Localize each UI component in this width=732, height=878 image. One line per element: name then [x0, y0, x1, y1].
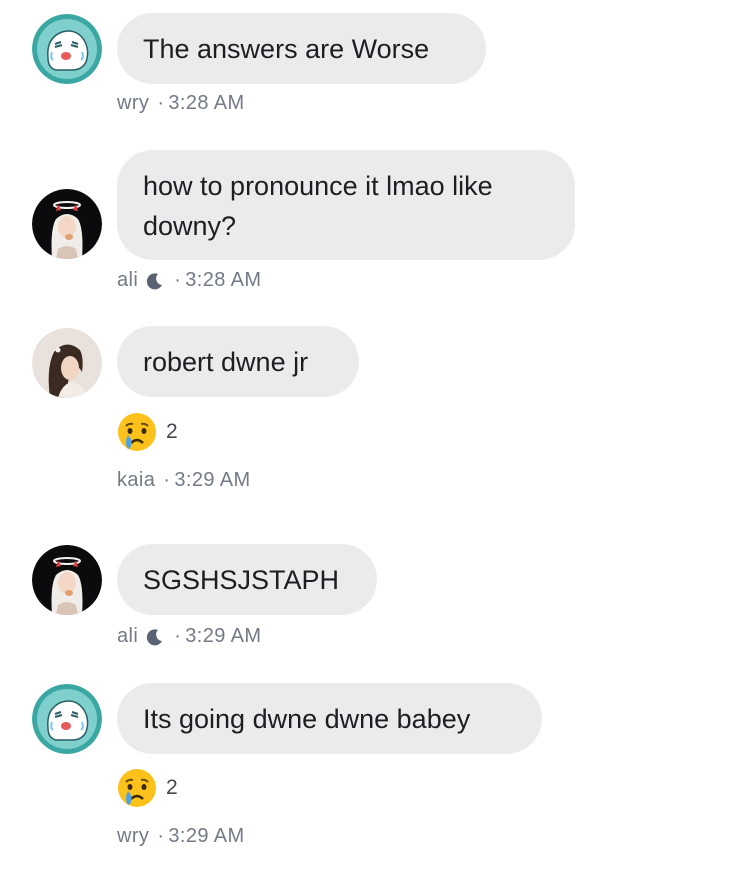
crying-face-icon	[118, 413, 156, 451]
message-meta: ali · 3:28 AM	[117, 269, 261, 292]
meta-separator: ·	[157, 825, 165, 847]
message-meta: wry · 3:29 AM	[117, 825, 245, 848]
moon-icon	[147, 272, 163, 289]
meta-separator: ·	[163, 469, 171, 491]
reaction[interactable]: 2	[116, 411, 178, 453]
message-bubble[interactable]: The answers are Worse	[117, 13, 486, 84]
angel-devil-avatar-icon[interactable]	[32, 545, 102, 615]
reaction[interactable]: 2	[116, 767, 178, 809]
message-text: SGSHSJSTAPH	[143, 565, 340, 595]
message-text: Its going dwne dwne babey	[143, 704, 471, 734]
author-name[interactable]: wry	[117, 825, 149, 848]
message-text: The answers are Worse	[143, 34, 430, 64]
author-name[interactable]: kaia	[117, 469, 155, 492]
moon-icon	[147, 628, 163, 645]
timestamp: 3:28 AM	[185, 269, 262, 291]
meta-separator: ·	[174, 269, 182, 291]
message-bubble[interactable]: Its going dwne dwne babey	[117, 683, 542, 754]
timestamp: 3:29 AM	[185, 625, 262, 647]
message-bubble[interactable]: SGSHSJSTAPH	[117, 544, 377, 615]
crying-face-icon	[118, 769, 156, 807]
author-name[interactable]: wry	[117, 92, 149, 115]
meta-separator: ·	[157, 92, 165, 114]
timestamp: 3:29 AM	[174, 469, 251, 491]
meta-separator: ·	[174, 625, 182, 647]
reaction-count: 2	[166, 420, 178, 443]
author-name[interactable]: ali	[117, 269, 138, 292]
ghost-avatar-icon[interactable]	[32, 684, 102, 754]
message-meta: ali · 3:29 AM	[117, 625, 261, 648]
message-bubble[interactable]: robert dwne jr	[117, 326, 359, 397]
message-bubble[interactable]: how to pronounce it lmao like downy?	[117, 150, 575, 260]
message-text: robert dwne jr	[143, 347, 309, 377]
author-name[interactable]: ali	[117, 625, 138, 648]
girl-avatar-icon[interactable]	[32, 328, 102, 398]
message-meta: kaia · 3:29 AM	[117, 469, 251, 492]
angel-devil-avatar-icon[interactable]	[32, 189, 102, 259]
timestamp: 3:29 AM	[168, 825, 245, 847]
message-meta: wry · 3:28 AM	[117, 92, 245, 115]
message-text: how to pronounce it lmao like downy?	[143, 171, 493, 241]
reaction-count: 2	[166, 776, 178, 799]
timestamp: 3:28 AM	[168, 92, 245, 114]
ghost-avatar-icon[interactable]	[32, 14, 102, 84]
